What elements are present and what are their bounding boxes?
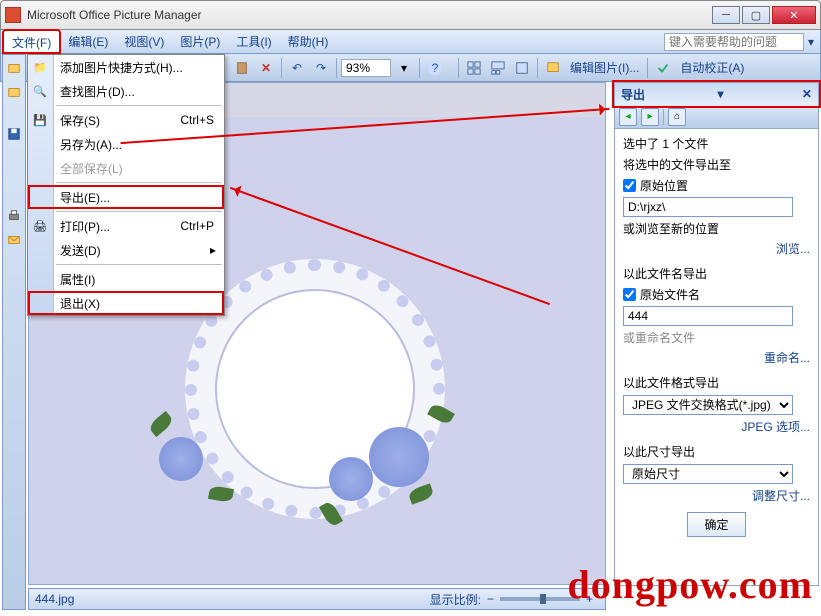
submenu-arrow-icon: ▸ [210,243,216,257]
help-search: ▾ [664,30,818,53]
export-to-label: 将选中的文件导出至 [623,156,810,173]
ok-button[interactable]: 确定 [687,512,745,537]
browse-link[interactable]: 浏览... [623,240,810,257]
menu-bar: 文件(F) 编辑(E) 视图(V) 图片(P) 工具(I) 帮助(H) ▾ [0,30,821,54]
nav-home-icon[interactable]: ⌂ [668,108,686,126]
menu-properties[interactable]: 属性(I) [28,267,224,291]
zoom-dropdown-icon[interactable]: ▾ [393,57,415,79]
maximize-button[interactable]: ▢ [742,6,770,24]
status-filename: 444.jpg [35,592,74,606]
menu-save-as[interactable]: 另存为(A)... [28,132,224,156]
jpeg-options-link[interactable]: JPEG 选项... [623,418,810,435]
panel-title: 导出 [621,86,645,103]
paste-icon[interactable] [231,57,253,79]
status-bar: 444.jpg 显示比例: − + [28,588,606,610]
filmstrip-view-icon[interactable] [487,57,509,79]
save-icon: 💾 [32,112,48,128]
menu-exit[interactable]: 退出(X) [28,291,224,315]
auto-correct-button[interactable]: 自动校正(A) [676,59,748,76]
title-bar: Microsoft Office Picture Manager ─ ▢ ✕ [0,0,821,30]
search-icon: 🔍 [32,83,48,99]
save-icon[interactable] [3,123,25,145]
minimize-button[interactable]: ─ [712,6,740,24]
orig-location-checkbox[interactable] [623,179,636,192]
close-button[interactable]: ✕ [772,6,816,24]
left-toolstrip [2,54,26,610]
thumbnails-view-icon[interactable] [463,57,485,79]
rename-link[interactable]: 重命名... [623,349,810,366]
edit-picture-button[interactable]: 编辑图片(I)... [566,59,643,76]
help-dropdown-icon[interactable]: ▾ [804,35,818,49]
single-view-icon[interactable] [511,57,533,79]
size-select[interactable]: 原始尺寸 [623,464,793,484]
selected-count: 选中了 1 个文件 [623,135,810,152]
edit-picture-icon[interactable] [542,57,564,79]
zoom-label: 显示比例: [430,591,481,608]
menu-print[interactable]: 🖨 打印(P)... Ctrl+P [28,214,224,238]
menu-save[interactable]: 💾 保存(S) Ctrl+S [28,108,224,132]
panel-close-icon[interactable]: ✕ [802,87,812,101]
nav-forward-icon[interactable]: ▸ [641,108,659,126]
folder-icon[interactable] [3,81,25,103]
menu-tools[interactable]: 工具(I) [228,30,279,53]
rename-hint: 或重命名文件 [623,329,810,346]
menu-picture[interactable]: 图片(P) [172,30,228,53]
browse-hint: 或浏览至新的位置 [623,220,810,237]
print-icon: 🖨 [32,218,48,234]
nav-back-icon[interactable]: ◂ [619,108,637,126]
window-title: Microsoft Office Picture Manager [27,8,712,22]
menu-help[interactable]: 帮助(H) [280,30,337,53]
mail-icon[interactable] [3,229,25,251]
menu-find-pictures[interactable]: 🔍 查找图片(D)... [28,79,224,103]
menu-edit[interactable]: 编辑(E) [60,30,116,53]
size-label: 以此尺寸导出 [623,443,810,460]
folder-icon: 📁 [32,59,48,75]
help-icon[interactable]: ? [424,57,446,79]
panel-dropdown-icon[interactable]: ▾ [717,87,723,101]
undo-icon[interactable]: ↶ [286,57,308,79]
format-label: 以此文件格式导出 [623,374,810,391]
format-select[interactable]: JPEG 文件交换格式(*.jpg) [623,395,793,415]
watermark: dongpow.com [568,561,814,608]
panel-title-bar: 导出 ▾ ✕ [615,83,818,105]
zoom-input[interactable]: 93% [341,59,391,77]
menu-send[interactable]: 发送(D) ▸ [28,238,224,262]
redo-icon[interactable]: ↷ [310,57,332,79]
delete-icon[interactable]: ✕ [255,57,277,79]
panel-nav: ◂ ▸ ⌂ [615,105,818,129]
export-panel: 导出 ▾ ✕ ◂ ▸ ⌂ 选中了 1 个文件 将选中的文件导出至 原始位置 或浏… [614,82,819,586]
file-menu-dropdown: 📁 添加图片快捷方式(H)... 🔍 查找图片(D)... 💾 保存(S) Ct… [27,54,225,316]
menu-save-all: 全部保存(L) [28,156,224,180]
menu-export[interactable]: 导出(E)... [28,185,224,209]
menu-file[interactable]: 文件(F) [3,30,60,53]
zoom-out-icon[interactable]: − [487,592,494,606]
menu-view[interactable]: 视图(V) [116,30,172,53]
name-label: 以此文件名导出 [623,265,810,282]
help-input[interactable] [664,33,804,51]
shortcuts-icon[interactable] [3,57,25,79]
filename-input[interactable] [623,306,793,326]
auto-correct-icon[interactable] [652,57,674,79]
window-controls: ─ ▢ ✕ [712,6,816,24]
print-icon[interactable] [3,205,25,227]
export-path-input[interactable] [623,197,793,217]
orig-name-checkbox[interactable] [623,288,636,301]
app-icon [5,7,21,23]
menu-add-shortcut[interactable]: 📁 添加图片快捷方式(H)... [28,55,224,79]
resize-link[interactable]: 调整尺寸... [623,487,810,504]
